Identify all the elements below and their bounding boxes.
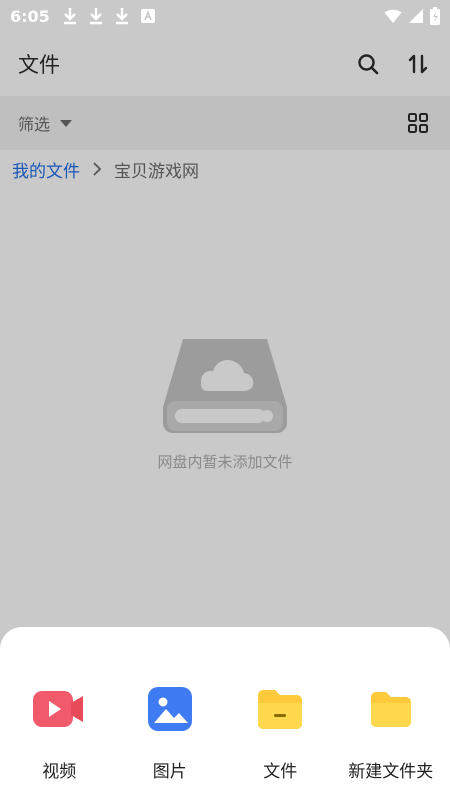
status-bar: 6:05 — [0, 0, 450, 32]
upload-image-button[interactable]: 图片 — [115, 681, 225, 800]
download-icon — [115, 8, 128, 25]
new-folder-icon — [363, 681, 419, 737]
view-toggle-button[interactable] — [404, 109, 432, 137]
download-icon — [89, 8, 102, 25]
empty-message: 网盘内暂未添加文件 — [157, 453, 293, 471]
download-icon — [63, 8, 76, 25]
search-button[interactable] — [354, 50, 382, 78]
status-time: 6:05 — [10, 6, 50, 26]
breadcrumb-root[interactable]: 我的文件 — [12, 157, 80, 182]
signal-icon — [409, 9, 423, 23]
grid-view-icon — [408, 113, 428, 133]
file-folder-icon — [252, 681, 308, 737]
upload-video-button[interactable]: 视频 — [4, 681, 114, 800]
page-title: 文件 — [18, 53, 60, 77]
upload-file-button[interactable]: 文件 — [225, 681, 335, 800]
battery-icon — [430, 7, 440, 25]
chevron-right-icon — [93, 162, 102, 176]
app-actions — [354, 50, 432, 78]
breadcrumb-current: 宝贝游戏网 — [114, 161, 199, 182]
sort-button[interactable] — [404, 50, 432, 78]
notification-icons — [62, 7, 156, 25]
file-label: 文件 — [263, 762, 298, 782]
new-folder-label: 新建文件夹 — [348, 762, 434, 782]
filter-bar: 筛选 — [0, 96, 450, 150]
search-icon — [358, 54, 379, 75]
a-box-icon — [140, 9, 155, 23]
image-label: 图片 — [152, 762, 187, 782]
wifi-icon — [384, 9, 402, 23]
cloud-drive-icon — [163, 339, 287, 433]
filter-dropdown[interactable]: 筛选 — [18, 111, 50, 135]
breadcrumb: 我的文件 宝贝游戏网 — [12, 152, 199, 186]
caret-down-icon[interactable] — [60, 119, 73, 127]
new-folder-button[interactable]: 新建文件夹 — [336, 681, 446, 800]
image-icon — [142, 681, 198, 737]
upload-bottom-sheet: 视频 图片 文件 新建文件夹 — [0, 627, 450, 800]
app-bar: 文件 — [0, 32, 450, 96]
empty-state: 网盘内暂未添加文件 — [0, 335, 450, 472]
video-label: 视频 — [42, 762, 77, 782]
video-icon — [31, 681, 87, 737]
sort-icon — [408, 54, 428, 74]
system-icons — [384, 7, 440, 25]
